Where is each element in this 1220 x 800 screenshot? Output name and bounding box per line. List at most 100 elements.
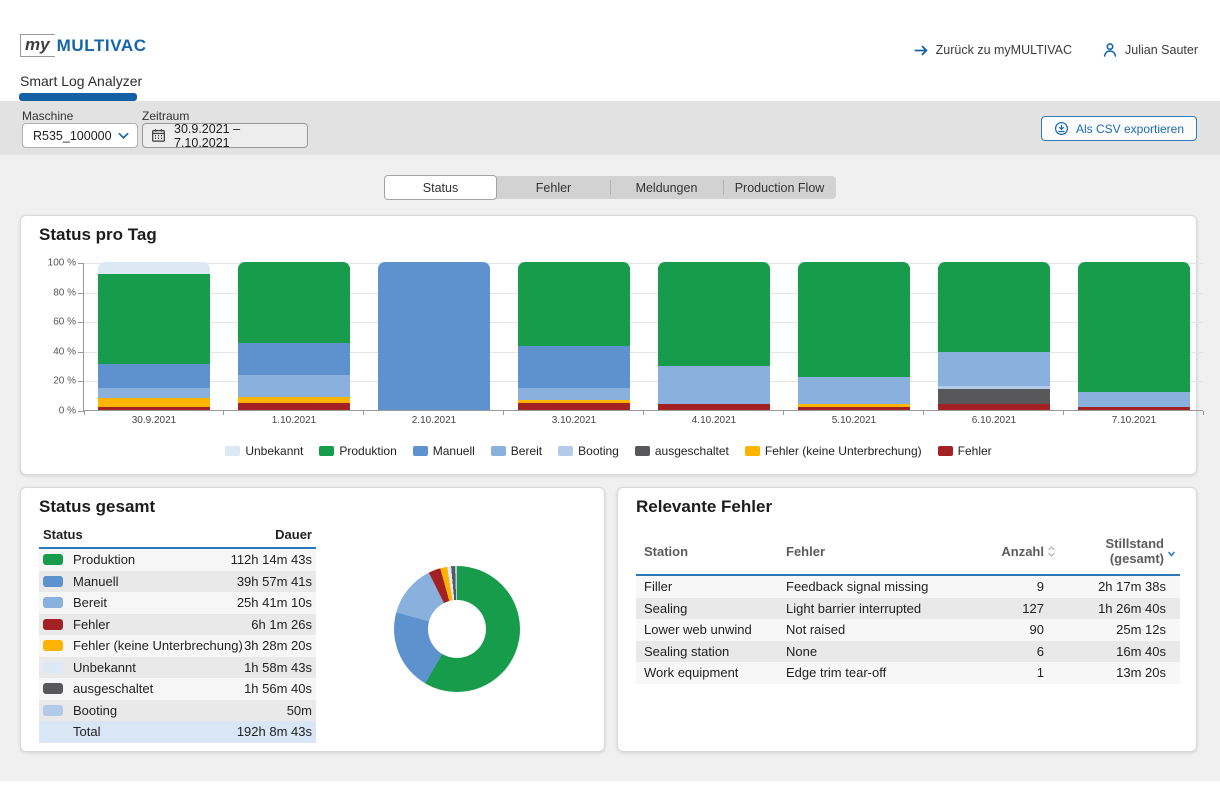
status-label: ausgeschaltet xyxy=(73,681,244,696)
bar-segment-manuell xyxy=(98,364,210,388)
status-pro-tag-title: Status pro Tag xyxy=(39,225,157,245)
bar-segment-fehler xyxy=(1078,407,1190,410)
bar-segment-manuell xyxy=(238,343,350,374)
anzahl-cell: 9 xyxy=(982,579,1060,594)
bar-1.10.2021 xyxy=(238,262,350,410)
sort-icon-stillstand-desc xyxy=(1167,545,1176,558)
stillstand-cell: 13m 20s xyxy=(1060,665,1180,680)
bar-segment-produktion xyxy=(658,262,770,366)
bar-segment-bereit xyxy=(1078,392,1190,407)
status-color-chip xyxy=(43,705,63,716)
legend-swatch xyxy=(225,446,240,456)
x-axis-tick xyxy=(503,411,504,415)
tab-production-flow[interactable]: Production Flow xyxy=(723,176,836,199)
bar-segment-fehler xyxy=(238,403,350,410)
active-tab-indicator xyxy=(19,93,137,101)
tab-status[interactable]: Status xyxy=(384,175,497,200)
status-duration: 112h 14m 43s xyxy=(231,552,312,567)
bar-5.10.2021 xyxy=(798,262,910,410)
logo-brand-text: MULTIVAC xyxy=(57,36,147,56)
legend-item-ausgeschaltet[interactable]: ausgeschaltet xyxy=(635,444,729,458)
status-duration: 25h 41m 10s xyxy=(237,595,312,610)
machine-select-value: R535_100000 xyxy=(33,129,112,143)
back-to-mymultivac-link[interactable]: Zurück zu myMULTIVAC xyxy=(914,43,1072,58)
footer-strip xyxy=(0,781,1220,800)
relevante-fehler-table: Station Fehler Anzahl Stillstand (gesamt… xyxy=(636,536,1180,684)
legend-label: Booting xyxy=(578,444,619,458)
bar-3.10.2021 xyxy=(518,262,630,410)
date-range-input[interactable]: 30.9.2021 – 7.10.2021 xyxy=(142,123,308,148)
stillstand-cell: 2h 17m 38s xyxy=(1060,579,1180,594)
table-row-total: Total192h 8m 43s xyxy=(39,721,316,743)
column-header-fehler: Fehler xyxy=(786,544,982,559)
anzahl-cell: 90 xyxy=(982,622,1060,637)
legend-item-produktion[interactable]: Produktion xyxy=(319,444,396,458)
anzahl-header-label: Anzahl xyxy=(1001,544,1044,559)
x-axis-tick xyxy=(1203,411,1204,415)
status-color-chip xyxy=(43,597,63,608)
column-header-station: Station xyxy=(636,544,786,559)
column-header-stillstand[interactable]: Stillstand (gesamt) xyxy=(1060,536,1180,566)
tab-smart-log-analyzer[interactable]: Smart Log Analyzer xyxy=(20,73,142,89)
legend-item-bereit[interactable]: Bereit xyxy=(491,444,542,458)
bar-segment-produktion xyxy=(938,262,1050,352)
legend-item-fehler[interactable]: Fehler xyxy=(938,444,992,458)
status-color-chip xyxy=(43,640,63,651)
table-row: Booting50m xyxy=(39,700,316,722)
legend-label: Manuell xyxy=(433,444,475,458)
legend-swatch xyxy=(319,446,334,456)
export-csv-label: Als CSV exportieren xyxy=(1076,122,1184,136)
status-label: Manuell xyxy=(73,574,237,589)
logo-my-text: my xyxy=(20,34,55,57)
tab-meldungen[interactable]: Meldungen xyxy=(610,176,723,199)
bar-segment-produktion xyxy=(518,262,630,346)
mymultivac-logo[interactable]: my MULTIVAC xyxy=(20,34,147,57)
status-label: Fehler xyxy=(73,617,251,632)
legend-item-unbekannt[interactable]: Unbekannt xyxy=(225,444,303,458)
bar-6.10.2021 xyxy=(938,262,1050,410)
legend-swatch xyxy=(938,446,953,456)
machine-label: Maschine xyxy=(22,109,73,123)
user-menu[interactable]: Julian Sauter xyxy=(1102,42,1198,58)
status-duration: 39h 57m 41s xyxy=(237,574,312,589)
status-pro-tag-card: Status pro Tag 100 %80 %60 %40 %20 %0 %3… xyxy=(20,215,1197,475)
table-row: SealingLight barrier interrupted1271h 26… xyxy=(636,598,1180,620)
bar-segment-unbekannt xyxy=(98,262,210,274)
status-color-chip xyxy=(43,683,63,694)
fehler-cell: Edge trim tear-off xyxy=(786,665,982,680)
column-header-anzahl[interactable]: Anzahl xyxy=(982,544,1060,559)
anzahl-cell: 1 xyxy=(982,665,1060,680)
y-axis-tick-label: 80 % xyxy=(36,287,76,298)
tab-fehler[interactable]: Fehler xyxy=(497,176,610,199)
fehler-cell: Not raised xyxy=(786,622,982,637)
app-header: my MULTIVAC Zurück zu myMULTIVAC Julian … xyxy=(0,0,1220,101)
status-label: Bereit xyxy=(73,595,237,610)
table-row: Fehler (keine Unterbrechung)3h 28m 20s xyxy=(39,635,316,657)
status-gesamt-title: Status gesamt xyxy=(39,497,155,517)
bar-segment-produktion xyxy=(98,274,210,364)
x-axis-tick-label: 5.10.2021 xyxy=(784,415,924,426)
bar-segment-bereit xyxy=(98,388,210,398)
column-header-status: Status xyxy=(43,527,83,542)
fehler-cell: Light barrier interrupted xyxy=(786,601,982,616)
user-icon xyxy=(1102,42,1118,58)
table-row: Work equipmentEdge trim tear-off113m 20s xyxy=(636,662,1180,684)
legend-label: Fehler xyxy=(958,444,992,458)
status-gesamt-body: Produktion112h 14m 43sManuell39h 57m 41s… xyxy=(39,549,316,743)
legend-item-fehler-keine-unterbrechung-[interactable]: Fehler (keine Unterbrechung) xyxy=(745,444,922,458)
export-csv-button[interactable]: Als CSV exportieren xyxy=(1041,116,1197,141)
station-cell: Lower web unwind xyxy=(636,622,786,637)
x-axis-tick xyxy=(1063,411,1064,415)
y-axis-tick-label: 100 % xyxy=(36,258,76,269)
x-axis-tick-label: 2.10.2021 xyxy=(364,415,504,426)
legend-item-booting[interactable]: Booting xyxy=(558,444,619,458)
machine-select[interactable]: R535_100000 xyxy=(22,123,138,148)
table-row: Lower web unwindNot raised9025m 12s xyxy=(636,619,1180,641)
user-name: Julian Sauter xyxy=(1125,43,1198,57)
bar-segment-ausgeschaltet xyxy=(938,389,1050,404)
download-icon xyxy=(1054,121,1069,136)
table-row: FillerFeedback signal missing92h 17m 38s xyxy=(636,576,1180,598)
y-axis-tick-label: 60 % xyxy=(36,317,76,328)
status-gesamt-header: Status Dauer xyxy=(39,525,316,549)
legend-item-manuell[interactable]: Manuell xyxy=(413,444,475,458)
